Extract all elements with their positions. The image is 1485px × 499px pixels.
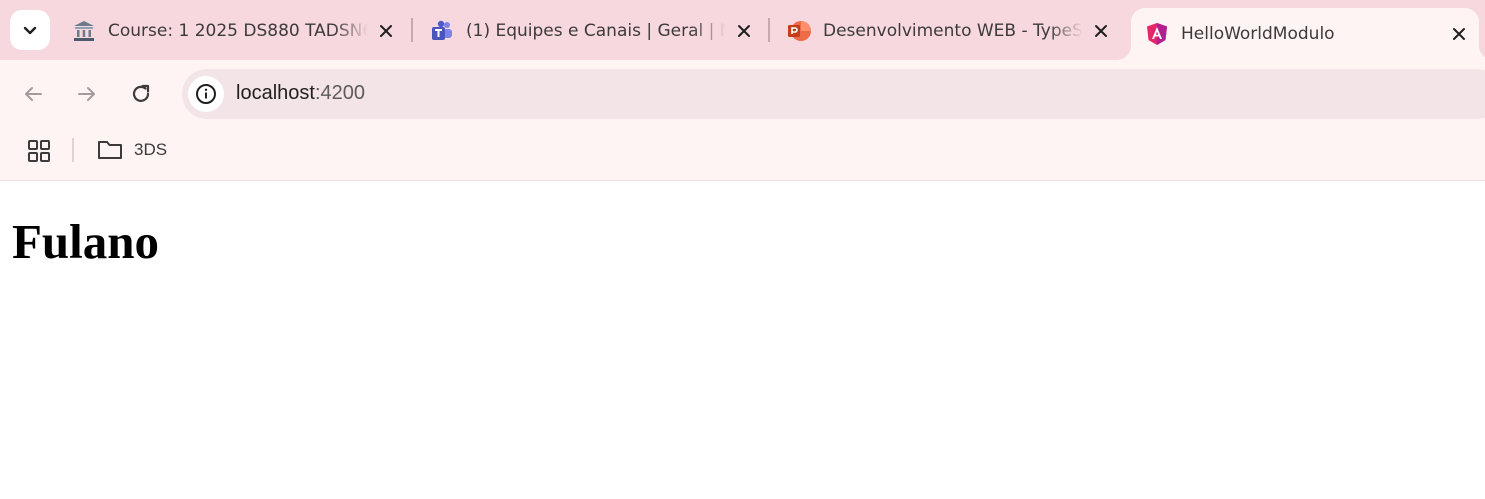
close-icon[interactable] [736, 23, 752, 39]
folder-icon [98, 141, 122, 159]
reload-button[interactable] [123, 76, 159, 112]
tab-title: HelloWorldModulo [1181, 24, 1335, 44]
bookmark-folder-label: 3DS [134, 140, 168, 159]
apps-grid-icon[interactable] [24, 136, 54, 166]
info-icon [196, 84, 216, 104]
bookmarks-separator [72, 138, 74, 162]
tab-strip: Course: 1 2025 DS880 TADSN6A (1) Equipes… [0, 0, 1485, 60]
arrow-left-icon [25, 87, 42, 101]
close-icon[interactable] [1451, 26, 1467, 42]
tab-powerpoint[interactable]: Desenvolvimento WEB - TypeScript [773, 8, 1121, 54]
site-info-button[interactable] [188, 76, 224, 112]
angular-icon [1147, 23, 1167, 45]
bank-icon [74, 21, 94, 41]
page-heading: Fulano [12, 214, 160, 269]
forward-button[interactable] [69, 76, 105, 112]
arrow-right-icon [78, 87, 95, 101]
tab-course[interactable]: Course: 1 2025 DS880 TADSN6A [58, 8, 406, 54]
bookmark-folder-3ds[interactable]: 3DS [96, 134, 167, 166]
tab-helloworld[interactable]: HelloWorldModulo [1131, 8, 1479, 60]
tab-title: Desenvolvimento WEB - TypeScript [823, 21, 1083, 41]
close-icon[interactable] [1093, 23, 1109, 39]
address-bar[interactable]: localhost:4200 [182, 69, 1485, 119]
bookmarks-bar: 3DS [0, 128, 1485, 172]
url-port: :4200 [314, 82, 365, 104]
back-button[interactable] [15, 76, 51, 112]
url-text[interactable]: localhost:4200 [236, 82, 365, 105]
tab-title: (1) Equipes e Canais | Geral | Microsoft… [466, 21, 726, 41]
powerpoint-icon [788, 21, 811, 41]
chevron-down-icon [23, 26, 37, 35]
page-content: Fulano [0, 181, 1485, 499]
tab-separator [768, 18, 770, 42]
tab-search-button[interactable] [10, 10, 50, 50]
tab-title: Course: 1 2025 DS880 TADSN6A [108, 21, 368, 41]
reload-icon [132, 84, 150, 102]
close-icon[interactable] [378, 23, 394, 39]
url-host: localhost [236, 82, 315, 104]
teams-icon [432, 20, 452, 40]
tab-separator [411, 18, 413, 42]
browser-toolbar: localhost:4200 3DS [0, 60, 1485, 181]
tab-teams[interactable]: (1) Equipes e Canais | Geral | Microsoft… [416, 8, 764, 54]
